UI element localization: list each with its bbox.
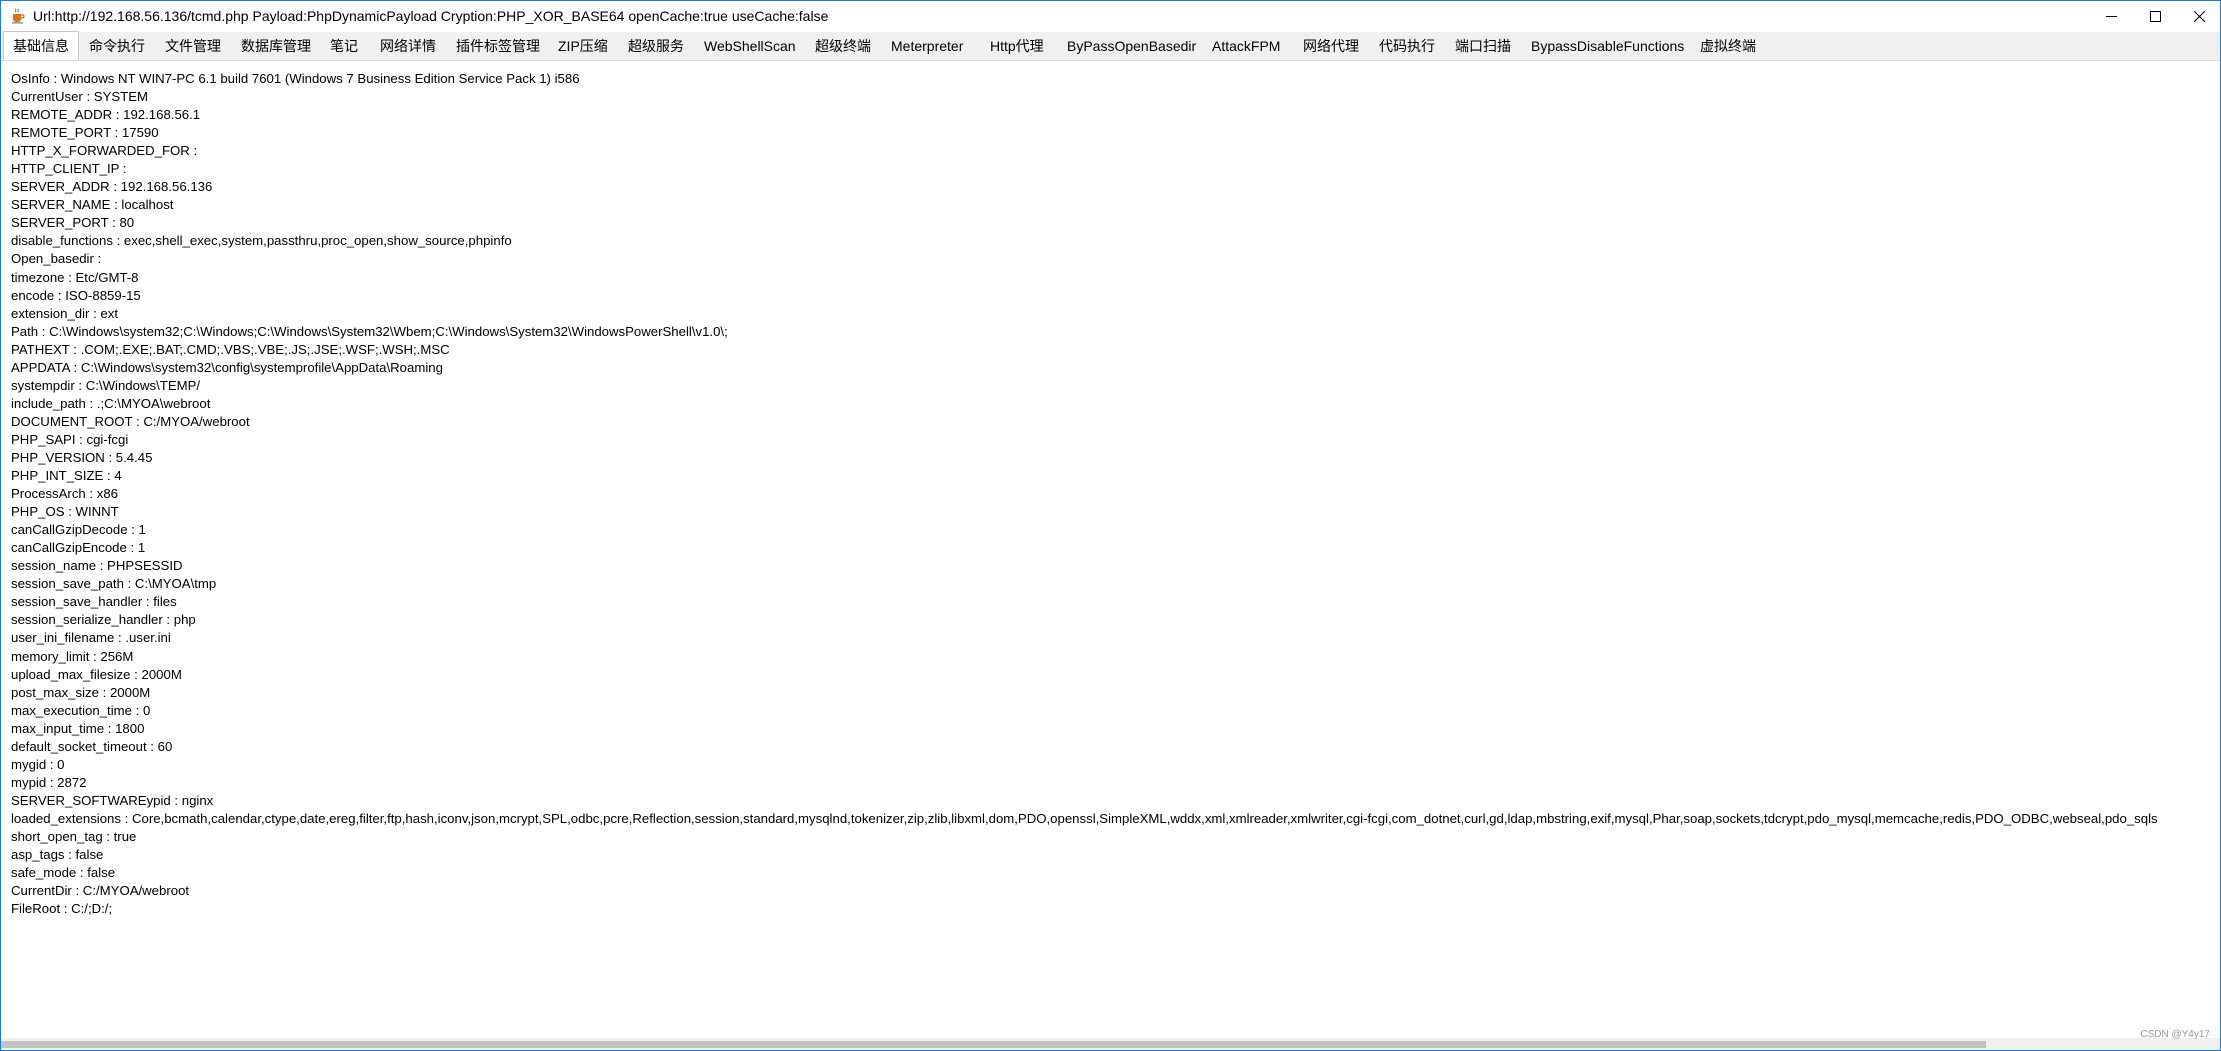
info-line: FileRoot : C:/;D:/; <box>11 901 113 917</box>
info-line: user_ini_filename : .user.ini <box>11 630 171 646</box>
info-line: REMOTE_ADDR : 192.168.56.1 <box>11 107 201 123</box>
tab-bypass-disable-functions[interactable]: BypassDisableFunctions <box>1531 32 1684 60</box>
minimize-icon <box>2105 7 2117 26</box>
watermark: CSDN @Y4y17 <box>2140 1029 2210 1040</box>
title-bar[interactable]: Url:http://192.168.56.136/tcmd.php Paylo… <box>1 1 2220 32</box>
info-line: default_socket_timeout : 60 <box>11 738 173 754</box>
info-line: loaded_extensions : Core,bcmath,calendar… <box>11 810 2158 826</box>
tab-http-proxy[interactable]: Http代理 <box>990 32 1044 60</box>
info-line: session_save_handler : files <box>11 594 177 610</box>
tab-code-exec[interactable]: 代码执行 <box>1379 32 1435 60</box>
info-line: SERVER_PORT : 80 <box>11 215 135 231</box>
info-line: DOCUMENT_ROOT : C:/MYOA/webroot <box>11 413 250 429</box>
tab-database-manager[interactable]: 数据库管理 <box>241 32 311 60</box>
info-line: include_path : .;C:\MYOA\webroot <box>11 395 211 411</box>
info-line: Open_basedir : <box>11 251 102 267</box>
info-line: canCallGzipDecode : 1 <box>11 522 146 538</box>
info-line: max_input_time : 1800 <box>11 720 145 736</box>
info-line: disable_functions : exec,shell_exec,syst… <box>11 233 512 249</box>
info-line: encode : ISO-8859-15 <box>11 287 141 303</box>
info-text-area[interactable]: OsInfo : Windows NT WIN7-PC 6.1 build 76… <box>11 70 2158 918</box>
info-line: PHP_OS : WINNT <box>11 504 119 520</box>
minimize-button[interactable] <box>2088 1 2134 32</box>
java-cup-icon <box>10 8 26 24</box>
tab-basic-info[interactable]: 基础信息 <box>3 31 79 60</box>
info-line: PHP_SAPI : cgi-fcgi <box>11 431 129 447</box>
info-line: SERVER_NAME : localhost <box>11 197 174 213</box>
info-line: systempdir : C:\Windows\TEMP/ <box>11 377 201 393</box>
tab-virtual-terminal[interactable]: 虚拟终端 <box>1700 32 1756 60</box>
info-line: mygid : 0 <box>11 756 65 772</box>
info-line: PHP_INT_SIZE : 4 <box>11 468 122 484</box>
tab-notes[interactable]: 笔记 <box>330 32 358 60</box>
info-line: SERVER_SOFTWAREypid : nginx <box>11 792 214 808</box>
info-line: canCallGzipEncode : 1 <box>11 540 146 556</box>
close-icon <box>2193 7 2205 26</box>
info-line: PATHEXT : .COM;.EXE;.BAT;.CMD;.VBS;.VBE;… <box>11 341 450 357</box>
tab-file-manager[interactable]: 文件管理 <box>165 32 221 60</box>
info-line: upload_max_filesize : 2000M <box>11 666 182 682</box>
info-line: PHP_VERSION : 5.4.45 <box>11 449 153 465</box>
info-line: REMOTE_PORT : 17590 <box>11 125 159 141</box>
scrollbar-thumb[interactable] <box>1 1041 1986 1048</box>
info-line: short_open_tag : true <box>11 828 137 844</box>
tab-bypass-openbasedir[interactable]: ByPassOpenBasedir <box>1067 32 1196 60</box>
info-line: session_name : PHPSESSID <box>11 558 183 574</box>
info-line: APPDATA : C:\Windows\system32\config\sys… <box>11 359 443 375</box>
tab-bar: 基础信息 命令执行 文件管理 数据库管理 笔记 网络详情 插件标签管理 ZIP压… <box>1 31 2220 61</box>
info-line: asp_tags : false <box>11 847 104 863</box>
tab-webshellscan[interactable]: WebShellScan <box>704 32 796 60</box>
tab-network-proxy[interactable]: 网络代理 <box>1303 32 1359 60</box>
tab-network-details[interactable]: 网络详情 <box>380 32 436 60</box>
info-line: post_max_size : 2000M <box>11 684 151 700</box>
tab-port-scan[interactable]: 端口扫描 <box>1455 32 1511 60</box>
info-line: CurrentUser : SYSTEM <box>11 89 149 105</box>
tab-zip[interactable]: ZIP压缩 <box>558 32 608 60</box>
info-line: extension_dir : ext <box>11 305 119 321</box>
info-line: HTTP_X_FORWARDED_FOR : <box>11 143 198 159</box>
info-line: OsInfo : Windows NT WIN7-PC 6.1 build 76… <box>11 71 580 86</box>
info-line: timezone : Etc/GMT-8 <box>11 269 139 285</box>
info-line: SERVER_ADDR : 192.168.56.136 <box>11 179 213 195</box>
tab-command-exec[interactable]: 命令执行 <box>89 32 145 60</box>
info-line: CurrentDir : C:/MYOA/webroot <box>11 883 190 899</box>
info-line: session_serialize_handler : php <box>11 612 196 628</box>
basic-info-panel[interactable]: OsInfo : Windows NT WIN7-PC 6.1 build 76… <box>1 61 2220 1037</box>
maximize-button[interactable] <box>2132 1 2178 32</box>
tab-attackfpm[interactable]: AttackFPM <box>1212 32 1280 60</box>
tab-meterpreter[interactable]: Meterpreter <box>891 32 963 60</box>
info-line: session_save_path : C:\MYOA\tmp <box>11 576 217 592</box>
info-line: ProcessArch : x86 <box>11 486 119 502</box>
window-title: Url:http://192.168.56.136/tcmd.php Paylo… <box>33 8 829 24</box>
horizontal-scrollbar[interactable] <box>1 1038 2220 1050</box>
app-window: Url:http://192.168.56.136/tcmd.php Paylo… <box>0 0 2221 1051</box>
tab-plugin-tags[interactable]: 插件标签管理 <box>456 32 540 60</box>
tab-super-service[interactable]: 超级服务 <box>628 32 684 60</box>
info-line: mypid : 2872 <box>11 774 87 790</box>
info-line: safe_mode : false <box>11 865 116 881</box>
info-line: Path : C:\Windows\system32;C:\Windows;C:… <box>11 323 728 339</box>
info-line: max_execution_time : 0 <box>11 702 151 718</box>
info-line: HTTP_CLIENT_IP : <box>11 161 127 177</box>
maximize-icon <box>2149 7 2161 26</box>
tab-super-terminal[interactable]: 超级终端 <box>815 32 871 60</box>
info-line: memory_limit : 256M <box>11 648 134 664</box>
close-button[interactable] <box>2176 1 2220 32</box>
